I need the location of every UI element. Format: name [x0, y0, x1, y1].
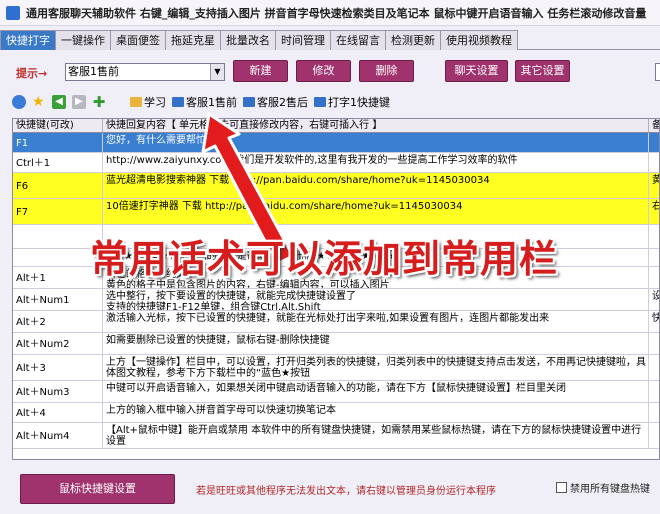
tab-batch-rename[interactable]: 批量改名 [220, 30, 276, 50]
tab-quick-typing[interactable]: 快捷打字 [0, 30, 56, 50]
tab-check-update[interactable]: 检测更新 [385, 30, 441, 50]
table-row[interactable]: Alt＋2 激活输入光标，按下已设置的快捷键，就能在光标处打出字来啦,如果设置有… [13, 311, 659, 333]
delete-button[interactable]: 删除 [359, 60, 414, 82]
arrow-left-icon[interactable]: ◀ [52, 95, 66, 109]
table-row[interactable]: Alt＋Num2 如需要删除已设置的快捷键，鼠标右键-删除快捷键 [13, 333, 659, 355]
other-settings-button[interactable]: 其它设置 [515, 60, 570, 82]
chevron-down-icon[interactable]: ▼ [210, 64, 224, 80]
tab-desktop-notes[interactable]: 桌面便签 [110, 30, 166, 50]
star-icon[interactable]: ★ [32, 95, 46, 109]
table-row[interactable]: Ctrl＋1 http://www.zaiyunxy.com 我们是开发软件的,… [13, 153, 659, 173]
chat-settings-button[interactable]: 聊天设置 [445, 60, 508, 82]
mouse-shortcut-settings-button[interactable]: 鼠标快捷键设置 [20, 474, 175, 504]
checkbox-icon[interactable] [556, 482, 567, 493]
column-header-content[interactable]: 快捷回复内容【 单元格双击可直接修改内容，右键可插入行 】 [103, 119, 649, 132]
arrow-right-icon[interactable]: ▶ [72, 95, 86, 109]
prompt-label: 提示→ [16, 67, 48, 80]
table-row[interactable]: F7 10倍速打字神器 下载 http://pan.baidu.com/shar… [13, 199, 659, 225]
marquee-banner: 通用客服聊天辅助软件 右键_编辑_支持插入图片 拼音首字母快速检索类目及笔记本 … [0, 0, 660, 26]
table-row[interactable]: Alt＋Num4 【Alt+鼠标中键】能开启或禁用 本软件中的所有键盘快捷键，如… [13, 423, 659, 449]
column-header-note[interactable]: 备 [649, 119, 659, 132]
tab-video-tutorial[interactable]: 使用视频教程 [440, 30, 518, 50]
tab-online-message[interactable]: 在线留言 [330, 30, 386, 50]
shortcut-table: 快捷键(可改) 快捷回复内容【 单元格双击可直接修改内容，右键可插入行 】 备 … [12, 118, 660, 460]
toolbar: 提示→ 客服1售前 ▼ 新建 修改 删除 聊天设置 其它设置 [8, 57, 660, 85]
tab-one-click[interactable]: 一键操作 [55, 30, 111, 50]
table-row[interactable]: Alt＋4 上方的输入框中输入拼音首字母可以快速切换笔记本 [13, 403, 659, 423]
notebook-icon [243, 97, 255, 107]
app-logo-icon [6, 5, 20, 20]
table-row[interactable]: F1 您好，有什么需要帮忙的么？ [13, 133, 659, 153]
category-study[interactable]: 学习 [130, 94, 166, 110]
tab-procrastination[interactable]: 拖延克星 [165, 30, 221, 50]
table-header: 快捷键(可改) 快捷回复内容【 单元格双击可直接修改内容，右键可插入行 】 备 [13, 119, 659, 133]
marquee-text: 通用客服聊天辅助软件 右键_编辑_支持插入图片 拼音首字母快速检索类目及笔记本 … [26, 6, 647, 20]
admin-note: 若是旺旺或其他程序无法发出文本，请右键以管理员身份运行本程序 [196, 486, 496, 497]
table-row[interactable]: F6 蓝光超清电影搜索神器 下载 http://pan.baidu.com/sh… [13, 173, 659, 199]
edit-button[interactable]: 修改 [296, 60, 351, 82]
notebook-select-value: 客服1售前 [68, 65, 119, 78]
table-row[interactable]: Alt＋3 上方【一键操作】栏目中，可以设置，打开归类列表的快捷键，归类列表中的… [13, 355, 659, 381]
table-row[interactable]: Alt＋Num1 选中整行，按下要设置的快捷键，就能完成快捷键设置了 支持的快捷… [13, 289, 659, 311]
tab-time-management[interactable]: 时间管理 [275, 30, 331, 50]
notebook-icon [314, 97, 326, 107]
tab-bar: 快捷打字 一键操作 桌面便签 拖延克星 批量改名 时间管理 在线留言 检测更新 … [0, 30, 660, 50]
bottom-bar: 鼠标快捷键设置 若是旺旺或其他程序无法发出文本，请右键以管理员身份运行本程序 禁… [0, 466, 660, 514]
plus-icon[interactable]: ✚ [92, 95, 106, 110]
category-typing-shortcut[interactable]: 打字1快捷键 [314, 94, 390, 110]
notebook-icon [172, 97, 184, 107]
folder-icon [130, 97, 142, 107]
table-row[interactable]: Alt＋Num3 中键可以开启语音输入，如果想关闭中键启动语音输入的功能，请在下… [13, 381, 659, 403]
globe-icon[interactable] [12, 95, 26, 109]
notebook-select[interactable]: 客服1售前 ▼ [65, 63, 225, 81]
new-button[interactable]: 新建 [233, 60, 288, 82]
disable-hotkeys-checkbox[interactable]: 禁用所有键盘热键 [556, 480, 650, 495]
search-input[interactable] [655, 63, 660, 81]
column-header-key[interactable]: 快捷键(可改) [13, 119, 103, 132]
annotation-caption: 常用话术可以添加到常用栏 [90, 237, 559, 281]
